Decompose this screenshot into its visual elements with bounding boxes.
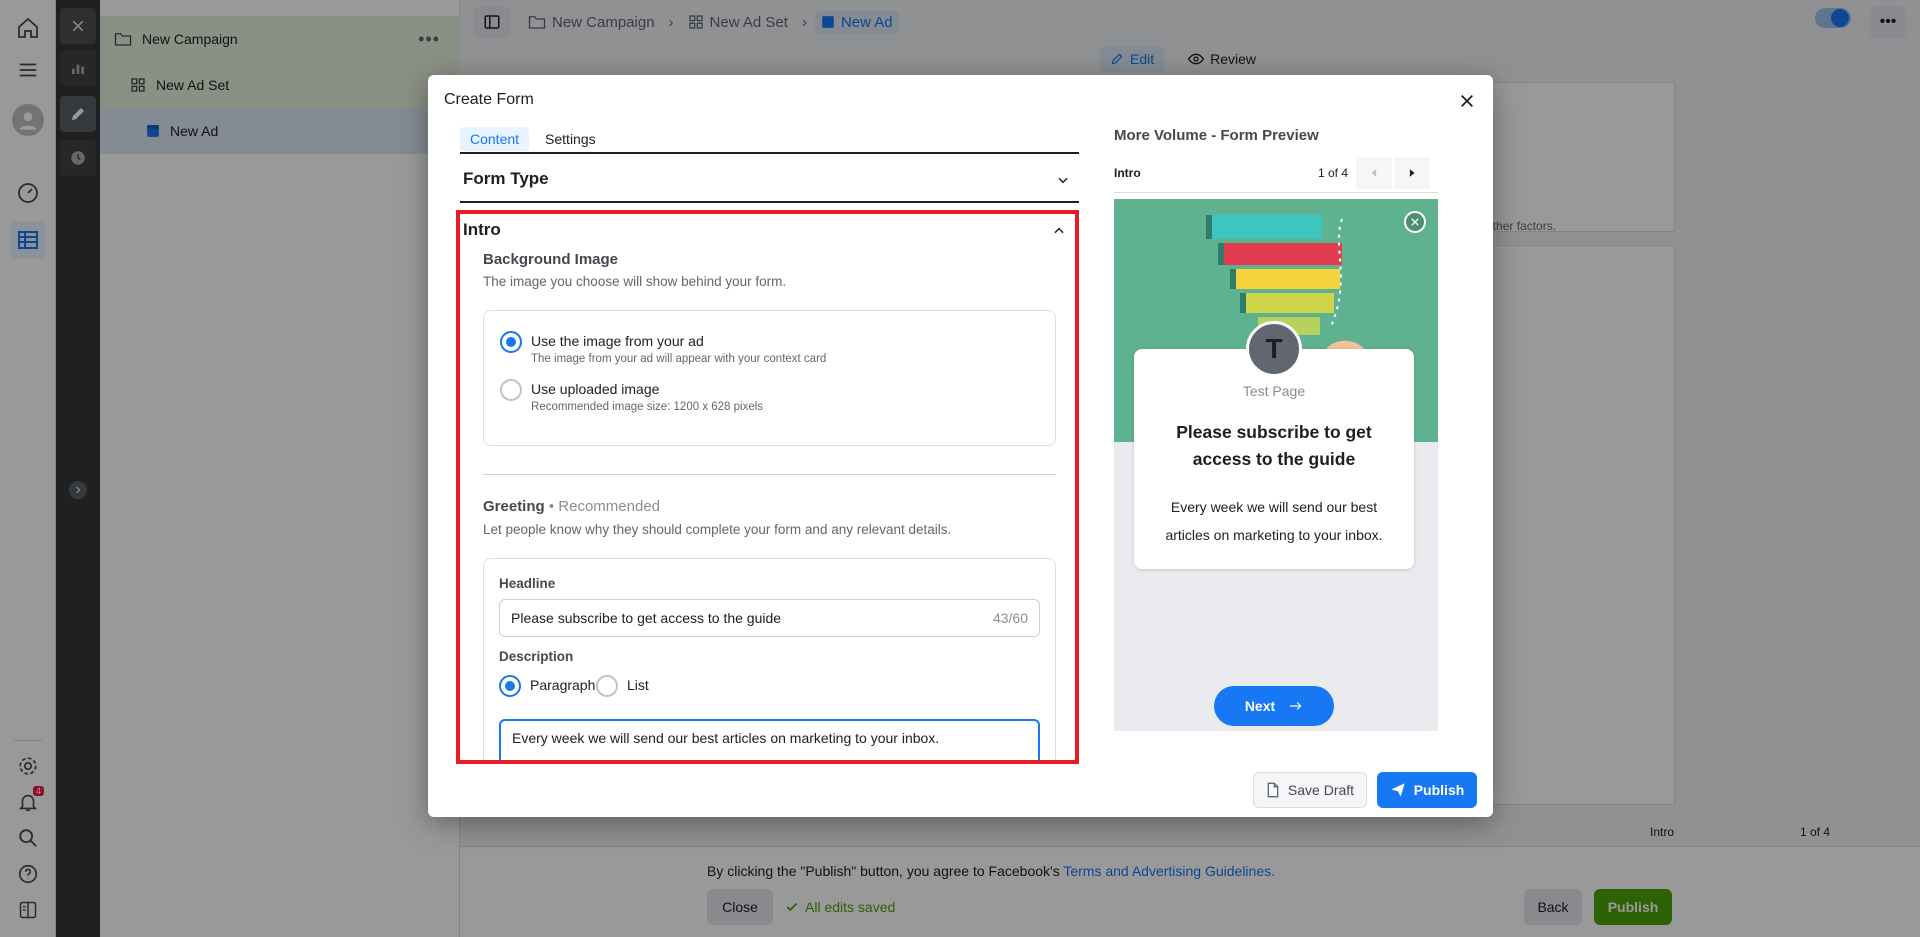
intro-section: Intro Background Image The image you cho… bbox=[456, 210, 1079, 764]
tab-settings[interactable]: Settings bbox=[535, 127, 606, 151]
chevron-down-icon[interactable] bbox=[1056, 173, 1070, 187]
greeting-label: Greeting • Recommended bbox=[483, 498, 660, 515]
dialog-tabs: Content Settings bbox=[460, 127, 606, 151]
dialog-title: Create Form bbox=[444, 91, 534, 108]
close-icon[interactable] bbox=[1455, 89, 1479, 113]
description-label: Description bbox=[499, 649, 574, 664]
radio-list[interactable] bbox=[596, 675, 618, 697]
background-image-options: Use the image from your ad The image fro… bbox=[483, 310, 1056, 446]
preview-close-icon[interactable] bbox=[1404, 211, 1426, 233]
radio-paragraph[interactable] bbox=[499, 675, 521, 697]
create-form-dialog: Create Form Content Settings Form Type I… bbox=[428, 75, 1493, 817]
greeting-card: Headline Please subscribe to get access … bbox=[483, 558, 1056, 760]
page-avatar: T bbox=[1246, 321, 1302, 377]
intro-heading[interactable]: Intro bbox=[463, 220, 501, 240]
divider bbox=[1114, 192, 1438, 193]
divider bbox=[460, 152, 1079, 154]
preview-body: Every week we will send our best article… bbox=[1165, 499, 1383, 543]
headline-input[interactable]: Please subscribe to get access to the gu… bbox=[499, 599, 1040, 637]
radio-use-uploaded-image[interactable] bbox=[500, 379, 522, 401]
preview-section-label: Intro bbox=[1114, 166, 1141, 180]
headline-label: Headline bbox=[499, 576, 556, 591]
char-count: 43/60 bbox=[992, 610, 1028, 626]
save-draft-button[interactable]: Save Draft bbox=[1253, 772, 1367, 808]
divider bbox=[460, 201, 1079, 203]
form-type-heading[interactable]: Form Type bbox=[463, 169, 549, 189]
option-sub: The image from your ad will appear with … bbox=[531, 353, 827, 365]
description-textarea[interactable]: Every week we will send our best article… bbox=[499, 719, 1040, 760]
preview-title: More Volume - Form Preview bbox=[1114, 127, 1319, 144]
background-image-label: Background Image bbox=[483, 251, 619, 268]
preview-next-button[interactable]: Next bbox=[1214, 686, 1334, 726]
headline-value: Please subscribe to get access to the gu… bbox=[511, 610, 782, 626]
divider bbox=[483, 474, 1056, 475]
greeting-help: Let people know why they should complete… bbox=[483, 522, 952, 537]
page-name: Test Page bbox=[1242, 383, 1306, 399]
document-icon bbox=[1267, 782, 1279, 798]
arrow-right-icon bbox=[1290, 702, 1302, 710]
save-draft-label: Save Draft bbox=[1287, 782, 1355, 798]
chevron-up-icon[interactable] bbox=[1052, 224, 1066, 238]
preview-page-count: 1 of 4 bbox=[1318, 166, 1349, 180]
next-page-icon[interactable] bbox=[1394, 157, 1430, 189]
recommended-tag: • Recommended bbox=[548, 498, 660, 515]
option-sub: Recommended image size: 1200 x 628 pixel… bbox=[531, 401, 764, 413]
radio-use-ad-image[interactable] bbox=[500, 331, 522, 353]
send-icon bbox=[1391, 783, 1405, 797]
option-label: List bbox=[627, 677, 649, 693]
form-preview: T Test Page Please subscribe to get acce… bbox=[1114, 199, 1438, 731]
publish-button[interactable]: Publish bbox=[1377, 772, 1477, 808]
option-label: Use uploaded image bbox=[531, 381, 660, 397]
preview-card: T Test Page Please subscribe to get acce… bbox=[1134, 321, 1414, 569]
tab-content[interactable]: Content bbox=[460, 127, 530, 151]
description-value: Every week we will send our best article… bbox=[512, 730, 940, 746]
next-label: Next bbox=[1244, 698, 1276, 714]
preview-headline: Please subscribe to get access to the gu… bbox=[1176, 422, 1372, 469]
publish-label: Publish bbox=[1413, 782, 1465, 798]
background-image-help: The image you choose will show behind yo… bbox=[483, 274, 787, 289]
greeting-title: Greeting bbox=[483, 498, 545, 515]
option-label: Use the image from your ad bbox=[531, 333, 704, 349]
option-label: Paragraph bbox=[530, 677, 596, 693]
prev-page-icon[interactable] bbox=[1356, 157, 1392, 189]
